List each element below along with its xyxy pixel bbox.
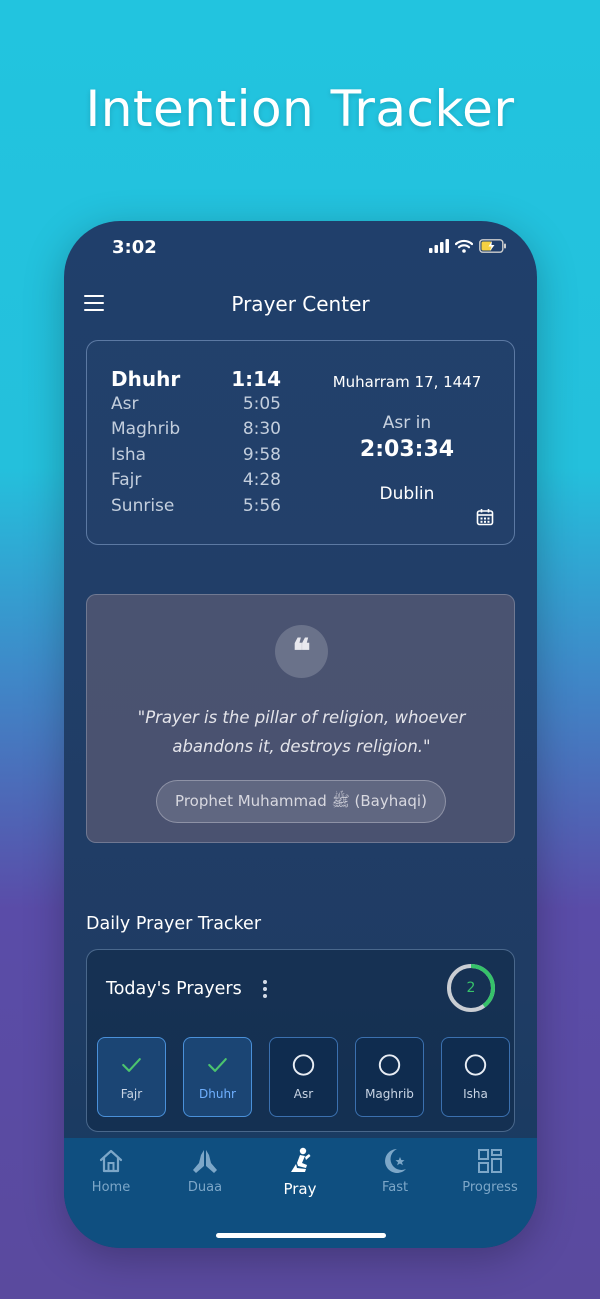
prayer-row: Fajr 4:28 <box>111 470 281 495</box>
prayer-name: Isha <box>111 444 147 465</box>
quote-card: ❝ "Prayer is the pillar of religion, who… <box>86 594 515 843</box>
prayer-name: Asr <box>111 394 139 414</box>
empty-circle-icon <box>378 1054 401 1076</box>
home-indicator <box>216 1233 386 1238</box>
battery-icon <box>479 239 506 253</box>
prayer-toggle-label: Maghrib <box>365 1087 414 1101</box>
crescent-star-icon <box>385 1149 406 1173</box>
nav-item-progress[interactable]: Progress <box>443 1146 537 1195</box>
daily-prayer-tracker-card: Today's Prayers 2 Fajr Dhuhr Asr Maghrib… <box>86 949 515 1132</box>
nav-label: Fast <box>381 1180 409 1195</box>
nav-item-home[interactable]: Home <box>64 1146 158 1195</box>
next-prayer-countdown: 2:03:34 <box>359 437 455 462</box>
quote-text: "Prayer is the pillar of religion, whoev… <box>137 708 466 756</box>
status-icons <box>429 239 507 253</box>
nav-item-pray[interactable]: Pray <box>253 1146 347 1198</box>
nav-label: Duaa <box>187 1180 223 1195</box>
nav-label: Pray <box>283 1180 317 1198</box>
signal-icon <box>429 239 449 253</box>
quote-source-chip: Prophet Muhammad ﷺ (Bayhaqi) <box>156 780 446 823</box>
empty-circle-icon <box>464 1054 487 1076</box>
prayer-times-list: Dhuhr 1:14 Asr 5:05 Maghrib 8:30 Isha 9:… <box>111 367 281 521</box>
prayer-row: Maghrib 8:30 <box>111 419 281 444</box>
prayer-name: Sunrise <box>111 495 175 516</box>
app-header: Prayer Center <box>64 289 537 321</box>
empty-circle-icon <box>292 1054 315 1076</box>
check-icon <box>208 1058 227 1072</box>
prayer-toggle-maghrib[interactable]: Maghrib <box>355 1037 424 1117</box>
current-prayer-row: Dhuhr 1:14 <box>111 367 281 394</box>
page-title: Prayer Center <box>231 292 370 316</box>
prayer-time: 9:58 <box>242 444 281 465</box>
prayer-time: 8:30 <box>242 419 281 440</box>
prayer-toggle-isha[interactable]: Isha <box>441 1037 510 1117</box>
prayer-row: Isha 9:58 <box>111 445 281 470</box>
prayer-time: 5:56 <box>242 495 281 516</box>
calendar-icon[interactable] <box>476 508 494 526</box>
status-time: 3:02 <box>112 237 157 258</box>
wifi-icon <box>455 239 473 253</box>
prayer-checklist: Fajr Dhuhr Asr Maghrib Isha <box>97 1037 511 1117</box>
prayer-row: Sunrise 5:56 <box>111 496 281 521</box>
nav-label: Home <box>91 1180 131 1195</box>
prayer-time: 1:14 <box>231 367 281 391</box>
promo-title: Intention Tracker <box>85 80 515 138</box>
prayer-time: 4:28 <box>242 470 281 491</box>
check-icon <box>122 1058 141 1072</box>
tracker-card-title: Today's Prayers <box>106 979 242 999</box>
bottom-nav: Home Duaa Pray Fast Progress <box>64 1138 537 1248</box>
prayer-name: Maghrib <box>111 419 181 440</box>
prayer-toggle-label: Fajr <box>120 1087 143 1101</box>
prayer-toggle-label: Isha <box>463 1087 488 1101</box>
next-prayer-label: Asr in <box>382 413 432 433</box>
praying-hands-icon <box>193 1150 217 1173</box>
quote-icon: ❝ <box>275 625 328 678</box>
progress-count: 2 <box>466 980 476 996</box>
hijri-date: Muharram 17, 1447 <box>332 373 482 391</box>
prayer-row: Asr 5:05 <box>111 394 281 419</box>
grid-icon <box>478 1149 502 1173</box>
prayer-toggle-dhuhr[interactable]: Dhuhr <box>183 1037 252 1117</box>
next-prayer-panel: Muharram 17, 1447 Asr in 2:03:34 Dublin <box>327 373 487 504</box>
prayer-toggle-label: Asr <box>293 1087 314 1101</box>
prayer-times-card: Dhuhr 1:14 Asr 5:05 Maghrib 8:30 Isha 9:… <box>86 340 515 545</box>
more-options-icon[interactable] <box>263 980 269 998</box>
prayer-toggle-label: Dhuhr <box>199 1087 236 1101</box>
prayer-toggle-fajr[interactable]: Fajr <box>97 1037 166 1117</box>
prayer-toggle-asr[interactable]: Asr <box>269 1037 338 1117</box>
city-name[interactable]: Dublin <box>327 484 487 504</box>
nav-item-fast[interactable]: Fast <box>348 1146 442 1195</box>
home-icon <box>99 1149 123 1173</box>
prayer-name: Fajr <box>111 470 142 491</box>
nav-item-duaa[interactable]: Duaa <box>158 1146 252 1195</box>
prayer-name: Dhuhr <box>111 367 181 391</box>
nav-label: Progress <box>462 1180 518 1195</box>
person-praying-icon <box>291 1147 311 1172</box>
status-bar: 3:02 <box>64 237 537 261</box>
phone-screen: 3:02 Prayer Center Dhuhr 1:14 Asr 5:05 M… <box>64 221 537 1248</box>
tracker-section-title: Daily Prayer Tracker <box>86 914 262 934</box>
prayer-time: 5:05 <box>242 394 281 414</box>
